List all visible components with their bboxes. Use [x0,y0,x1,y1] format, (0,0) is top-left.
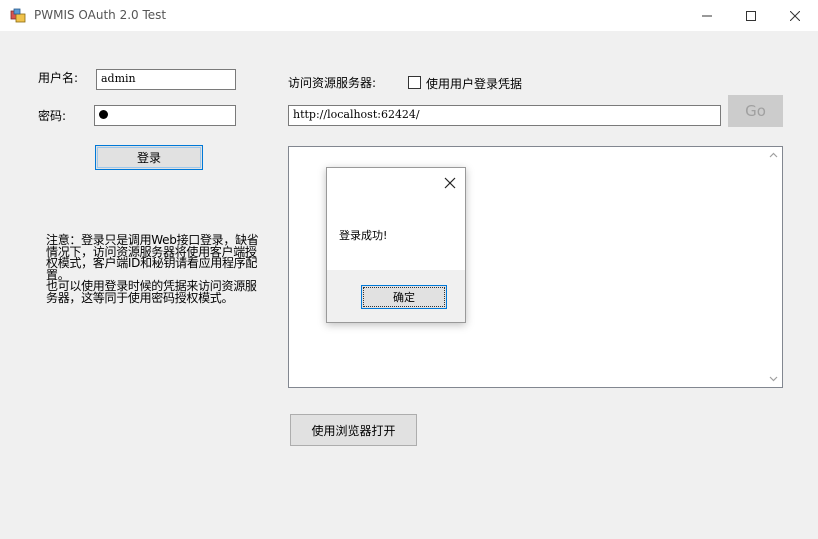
resource-url-input[interactable]: http://localhost:62424/ [288,105,721,126]
window-title: PWMIS OAuth 2.0 Test [34,8,167,22]
maximize-button[interactable] [728,0,774,31]
use-login-credentials-checkbox[interactable] [408,76,421,89]
close-button[interactable] [772,0,818,31]
app-icon [10,8,26,24]
dialog-ok-button[interactable]: 确定 [361,285,447,309]
open-in-browser-button[interactable]: 使用浏览器打开 [290,414,417,446]
dialog-close-icon[interactable] [443,176,457,190]
username-label: 用户名: [38,71,79,85]
dialog-message: 登录成功! [339,229,388,242]
note-line-1: 注意：登录只是调用Web接口登录，缺省情况下，访问资源服务器将使用客户端授权模式… [46,233,259,282]
dialog-footer: 确定 [327,270,465,322]
scroll-up-icon[interactable] [769,151,778,160]
password-label: 密码: [38,109,67,123]
minimize-button[interactable] [684,0,730,31]
note-text: 注意：登录只是调用Web接口登录，缺省情况下，访问资源服务器将使用客户端授权模式… [46,233,264,305]
scroll-down-icon[interactable] [769,374,778,383]
close-icon [790,10,800,21]
vertical-scrollbar[interactable] [765,147,782,387]
maximize-icon [746,10,756,21]
minimize-icon [702,15,712,16]
title-bar: PWMIS OAuth 2.0 Test [0,0,818,31]
password-input[interactable] [94,105,236,126]
note-line-2: 也可以使用登录时候的凭据来访问资源服务器，这等同于使用密码授权模式。 [46,279,257,305]
go-button[interactable]: Go [728,95,783,127]
username-input[interactable]: admin [96,69,236,90]
use-login-credentials-label: 使用用户登录凭据 [426,77,523,91]
message-dialog: 登录成功! 确定 [326,167,466,323]
resource-server-label: 访问资源服务器: [288,76,377,90]
login-button[interactable]: 登录 [95,145,203,170]
password-mask-dot [99,110,108,119]
